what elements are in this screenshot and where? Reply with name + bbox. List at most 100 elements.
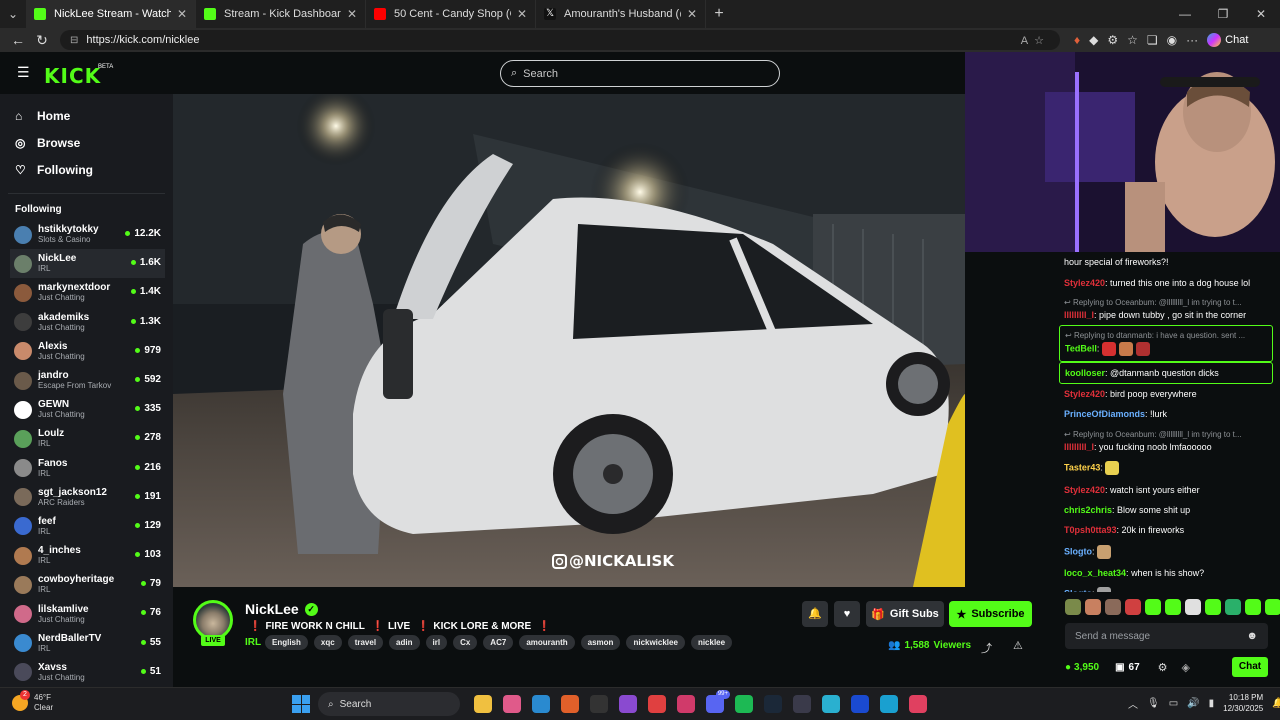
following-item[interactable]: hstikkytokky Slots & Casino 12.2K xyxy=(0,220,173,249)
battery-icon[interactable]: ▮ xyxy=(1209,698,1215,709)
taskbar-app-icon[interactable] xyxy=(822,695,840,713)
profile-icon[interactable]: ◉ xyxy=(1167,33,1177,47)
chat-emote[interactable] xyxy=(1135,342,1150,357)
chat-emote[interactable] xyxy=(1097,544,1112,559)
channel-points[interactable]: ● 3,950 xyxy=(1065,662,1099,673)
minimize-icon[interactable]: — xyxy=(1166,0,1204,28)
chat-username[interactable]: TedBell xyxy=(1065,344,1097,354)
chat-emote[interactable] xyxy=(1101,342,1116,357)
taskbar-app-icon[interactable] xyxy=(590,695,608,713)
close-tab-icon[interactable]: ✕ xyxy=(347,7,357,21)
notification-bell-button[interactable]: 🔔 xyxy=(802,601,828,627)
chat-settings-icon[interactable]: ⚙ xyxy=(1158,661,1168,674)
nav-browse[interactable]: ◎ Browse xyxy=(0,129,173,156)
weather-widget[interactable]: 2 46°F Clear xyxy=(12,690,53,713)
following-item[interactable]: Alexis Just Chatting 979 xyxy=(0,337,173,366)
taskbar-app-icon[interactable]: 99+ xyxy=(706,690,730,713)
following-item[interactable]: jandro Escape From Tarkov 592 xyxy=(0,366,173,395)
taskbar-app-icon[interactable] xyxy=(851,695,869,713)
taskbar-app-icon[interactable] xyxy=(474,695,492,713)
chat-input[interactable] xyxy=(1075,630,1247,642)
taskbar-app-icon[interactable] xyxy=(648,695,666,713)
notifications-icon[interactable]: 🔔 xyxy=(1272,698,1280,709)
chat-input-box[interactable]: ☻ xyxy=(1065,623,1268,649)
close-tab-icon[interactable]: ✕ xyxy=(517,7,527,21)
browser-tab-1[interactable]: NickLee Stream - Watch Live on ✕ xyxy=(26,0,196,28)
chat-username[interactable]: Slogto xyxy=(1064,546,1092,556)
stream-tag[interactable]: asmon xyxy=(580,635,621,650)
chat-username[interactable]: Stylez420 xyxy=(1064,278,1105,288)
quick-emote[interactable] xyxy=(1145,599,1161,615)
quick-emote[interactable] xyxy=(1245,599,1261,615)
chat-message[interactable]: koolloser: @dtanmanb question dicks xyxy=(1059,361,1273,384)
stream-category[interactable]: IRL xyxy=(245,637,261,648)
share-icon[interactable]: ⤴ xyxy=(981,640,992,656)
kicks-balance[interactable]: ▣ 67 xyxy=(1115,662,1140,673)
report-icon[interactable]: ⚠ xyxy=(1013,639,1023,652)
microphone-icon[interactable]: 🎙 xyxy=(1147,698,1160,709)
chat-message[interactable]: hour special of fireworks?! xyxy=(1059,252,1273,272)
following-item[interactable]: Loulz IRL 278 xyxy=(0,424,173,453)
nav-following[interactable]: ♡ Following xyxy=(0,156,173,183)
stream-tag[interactable]: irl xyxy=(425,635,448,650)
following-item[interactable]: sgt_jackson12 ARC Raiders 191 xyxy=(0,483,173,512)
taskbar-app-icon[interactable] xyxy=(880,695,898,713)
quick-emote[interactable] xyxy=(1265,599,1280,615)
start-icon[interactable] xyxy=(292,695,310,713)
browser-tab-3[interactable]: 50 Cent - Candy Shop (Official Mu ✕ xyxy=(366,0,536,28)
stream-tag[interactable]: Cx xyxy=(453,635,478,650)
quick-emote[interactable] xyxy=(1085,599,1101,615)
stream-tag[interactable]: adin xyxy=(389,635,420,650)
quick-emote[interactable] xyxy=(1205,599,1221,615)
chat-emote[interactable] xyxy=(1105,461,1120,476)
copilot-chat-button[interactable]: Chat xyxy=(1207,33,1248,47)
chat-reply-context[interactable]: ↩ Replying to Oceanbum: @lllllllll_l im … xyxy=(1064,429,1268,441)
following-item[interactable]: 4_inches IRL 103 xyxy=(0,541,173,570)
chat-emote[interactable] xyxy=(1118,342,1133,357)
chat-message[interactable]: Stylez420: watch isnt yours either xyxy=(1059,479,1273,499)
stream-tag[interactable]: English xyxy=(265,635,308,650)
extension-icon[interactable]: ♦ xyxy=(1074,33,1080,47)
chat-message[interactable]: chris2chris: Blow some shit up xyxy=(1059,500,1273,520)
following-item[interactable]: Xavss Just Chatting 51 xyxy=(0,658,173,687)
quick-emote[interactable] xyxy=(1065,599,1081,615)
search-box[interactable]: ⌕ xyxy=(500,60,780,87)
volume-icon[interactable]: 🔊 xyxy=(1187,698,1199,709)
back-icon[interactable]: ← xyxy=(6,32,30,48)
quick-emote[interactable] xyxy=(1105,599,1121,615)
browser-tab-2[interactable]: Stream - Kick Dashboard ✕ xyxy=(196,0,366,28)
chat-message[interactable]: Slogto: xyxy=(1059,583,1273,592)
following-item[interactable]: markynextdoor Just Chatting 1.4K xyxy=(0,278,173,307)
new-tab-icon[interactable]: + xyxy=(706,5,732,23)
stream-tag[interactable]: xqc xyxy=(313,635,342,650)
following-item[interactable]: Fanos IRL 216 xyxy=(0,454,173,483)
chat-reply-context[interactable]: ↩ Replying to Oceanbum: @lllllllll_l im … xyxy=(1064,297,1268,309)
collections-icon[interactable]: ❏ xyxy=(1147,33,1158,47)
taskbar-app-icon[interactable] xyxy=(793,695,811,713)
refresh-icon[interactable]: ↻ xyxy=(30,32,54,49)
quick-emote[interactable] xyxy=(1165,599,1181,615)
chat-username[interactable]: loco_x_heat34 xyxy=(1064,568,1126,578)
streamer-name[interactable]: NickLee xyxy=(245,601,299,617)
chat-message[interactable]: ↩ Replying to Oceanbum: @lllllllll_l im … xyxy=(1059,293,1273,325)
chat-message[interactable]: Slogto: xyxy=(1059,541,1273,563)
taskbar-app-icon[interactable] xyxy=(619,695,637,713)
follow-heart-button[interactable]: ♥ xyxy=(834,601,860,627)
emoji-icon[interactable]: ☻ xyxy=(1246,630,1258,642)
chat-message[interactable]: ↩ Replying to dtanmanb: i have a questio… xyxy=(1059,325,1273,362)
chat-message[interactable]: T0psh0tta93: 20k in fireworks xyxy=(1059,520,1273,540)
chat-message[interactable]: loco_x_heat34: when is his show? xyxy=(1059,563,1273,583)
taskbar-app-icon[interactable] xyxy=(503,695,521,713)
favorites-icon[interactable]: ☆ xyxy=(1127,33,1138,47)
extensions-icon[interactable]: ⚙ xyxy=(1107,33,1118,47)
stream-tag[interactable]: nickwicklee xyxy=(626,635,685,650)
stream-tag[interactable]: amouranth xyxy=(519,635,575,650)
kick-logo[interactable]: KICK xyxy=(44,64,101,88)
close-tab-icon[interactable]: ✕ xyxy=(687,7,697,21)
site-info-icon[interactable]: ⊟ xyxy=(70,35,78,46)
following-item[interactable]: cowboyheritage IRL 79 xyxy=(0,570,173,599)
close-window-icon[interactable]: ✕ xyxy=(1242,0,1280,28)
search-input[interactable] xyxy=(523,67,754,80)
following-item[interactable]: feef IRL 129 xyxy=(0,512,173,541)
following-item[interactable]: lilskamlive Just Chatting 76 xyxy=(0,599,173,628)
